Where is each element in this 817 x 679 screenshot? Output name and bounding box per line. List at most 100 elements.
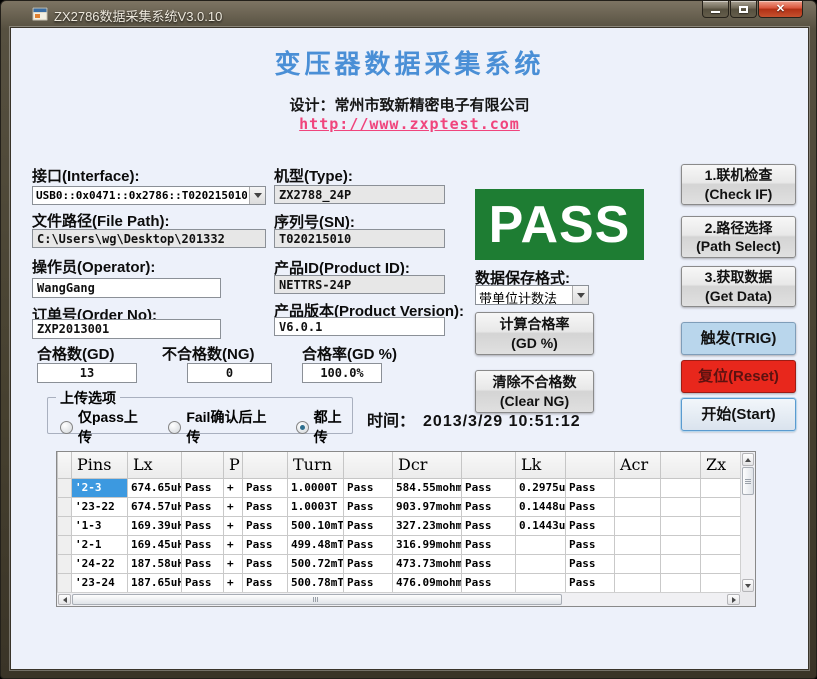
grid-cell[interactable]: 169.45uH [128,535,182,554]
grid-header-cell[interactable]: Acr [615,452,661,478]
grid-cell[interactable]: '1-3 [72,516,128,535]
grid-header-cell[interactable] [661,452,701,478]
grid-cell[interactable]: Pass [566,516,615,535]
vertical-scrollbar[interactable] [740,452,755,593]
grid-cell[interactable]: Pass [243,535,288,554]
grid-cell[interactable]: + [224,554,243,573]
grid-cell[interactable]: 316.99mohm [393,535,462,554]
grid-cell[interactable]: '2-1 [72,535,128,554]
grid-cell[interactable]: 500.10mT [288,516,344,535]
grid-cell[interactable]: 327.23mohm [393,516,462,535]
grid-cell[interactable]: Pass [566,554,615,573]
order-no-field[interactable]: ZXP2013001 [32,319,221,339]
grid-cell[interactable]: Pass [182,573,224,592]
grid-cell[interactable]: 476.09mohm [393,573,462,592]
grid-header-cell[interactable] [344,452,393,478]
grid-cell[interactable]: + [224,516,243,535]
grid-cell[interactable] [661,516,701,535]
interface-dropdown-button[interactable] [249,187,265,204]
scroll-right-button[interactable] [727,594,740,605]
grid-cell[interactable] [701,554,742,573]
radio-pass-only[interactable]: 仅pass上传 [60,407,146,447]
grid-cell[interactable]: '23-22 [72,497,128,516]
operator-field[interactable]: WangGang [32,278,221,298]
grid-row-header[interactable] [58,516,72,535]
get-data-button[interactable]: 3.获取数据 (Get Data) [681,266,796,307]
grid-cell[interactable]: 584.55mohm [393,478,462,497]
grid-cell[interactable] [661,535,701,554]
grid-cell[interactable] [615,516,661,535]
grid-cell[interactable]: Pass [462,573,516,592]
grid-cell[interactable]: + [224,478,243,497]
grid-header-cell[interactable]: Lk [516,452,566,478]
grid-cell[interactable]: Pass [182,516,224,535]
grid-cell[interactable]: 499.48mT [288,535,344,554]
grid-cell[interactable]: Pass [344,535,393,554]
save-format-combobox[interactable]: 带单位计数法 [475,285,589,305]
grid-cell[interactable]: 1.0003T [288,497,344,516]
grid-cell[interactable]: 674.65uH [128,478,182,497]
grid-cell[interactable] [701,535,742,554]
save-format-dropdown-button[interactable] [572,286,588,304]
grid-cell[interactable]: 500.72mT [288,554,344,573]
grid-cell[interactable]: '2-3 [72,478,128,497]
grid-cell[interactable]: Pass [182,497,224,516]
grid-cell[interactable]: Pass [344,573,393,592]
grid-cell[interactable] [701,516,742,535]
grid-row-header[interactable] [58,554,72,573]
grid-cell[interactable]: Pass [243,516,288,535]
grid-cell[interactable]: 1.0000T [288,478,344,497]
grid-cell[interactable] [615,535,661,554]
grid-cell[interactable]: Pass [182,554,224,573]
grid-cell[interactable]: '23-24 [72,573,128,592]
grid-cell[interactable]: 674.57uH [128,497,182,516]
grid-header-cell[interactable]: Lx [128,452,182,478]
horizontal-scroll-thumb[interactable] [72,594,562,605]
grid-cell[interactable] [615,573,661,592]
grid-cell[interactable]: Pass [566,478,615,497]
title-bar[interactable]: ZX2786数据采集系统V3.0.10 ✕ [1,1,816,27]
grid-cell[interactable]: 500.78mT [288,573,344,592]
calc-rate-button[interactable]: 计算合格率 (GD %) [475,312,594,355]
grid-cell[interactable]: Pass [462,535,516,554]
grid-cell[interactable]: Pass [462,478,516,497]
grid-cell[interactable]: Pass [182,535,224,554]
grid-cell[interactable]: Pass [243,554,288,573]
grid-header-cell[interactable]: Dcr [393,452,462,478]
grid-header-cell[interactable]: Turn [288,452,344,478]
grid-cell[interactable]: 473.73mohm [393,554,462,573]
grid-cell[interactable]: Pass [566,497,615,516]
grid-cell[interactable]: 169.39uH [128,516,182,535]
grid-cell[interactable]: Pass [344,554,393,573]
grid-header-cell[interactable] [243,452,288,478]
grid-header-cell[interactable]: Pins [72,452,128,478]
gd-count-field[interactable]: 13 [37,363,137,383]
grid-header-cell[interactable]: Zx [701,452,742,478]
grid-cell[interactable]: Pass [182,478,224,497]
grid-cell[interactable]: Pass [243,497,288,516]
scroll-down-button[interactable] [742,579,754,592]
vertical-scroll-thumb[interactable] [742,467,754,495]
grid-cell[interactable]: Pass [344,516,393,535]
product-version-field[interactable]: V6.0.1 [274,317,445,336]
grid-cell[interactable] [701,573,742,592]
grid-cell[interactable]: '24-22 [72,554,128,573]
interface-combobox[interactable]: USB0::0x0471::0x2786::T020215010::. [32,186,266,205]
grid-header-cell[interactable] [182,452,224,478]
grid-cell[interactable] [701,478,742,497]
grid-cell[interactable]: Pass [462,516,516,535]
grid-cell[interactable]: 903.97mohm [393,497,462,516]
grid-cell[interactable]: 187.65uH [128,573,182,592]
grid-header-cell[interactable] [58,452,72,478]
grid-cell[interactable]: 0.1448uH [516,497,566,516]
clear-ng-button[interactable]: 清除不合格数 (Clear NG) [475,370,594,413]
grid-row-header[interactable] [58,535,72,554]
ng-count-field[interactable]: 0 [187,363,272,383]
grid-row-header[interactable] [58,478,72,497]
grid-cell[interactable]: Pass [344,497,393,516]
grid-cell[interactable] [661,478,701,497]
horizontal-scrollbar[interactable] [57,592,741,606]
maximize-button[interactable] [730,1,757,18]
grid-header-cell[interactable] [566,452,615,478]
grid-cell[interactable] [661,554,701,573]
